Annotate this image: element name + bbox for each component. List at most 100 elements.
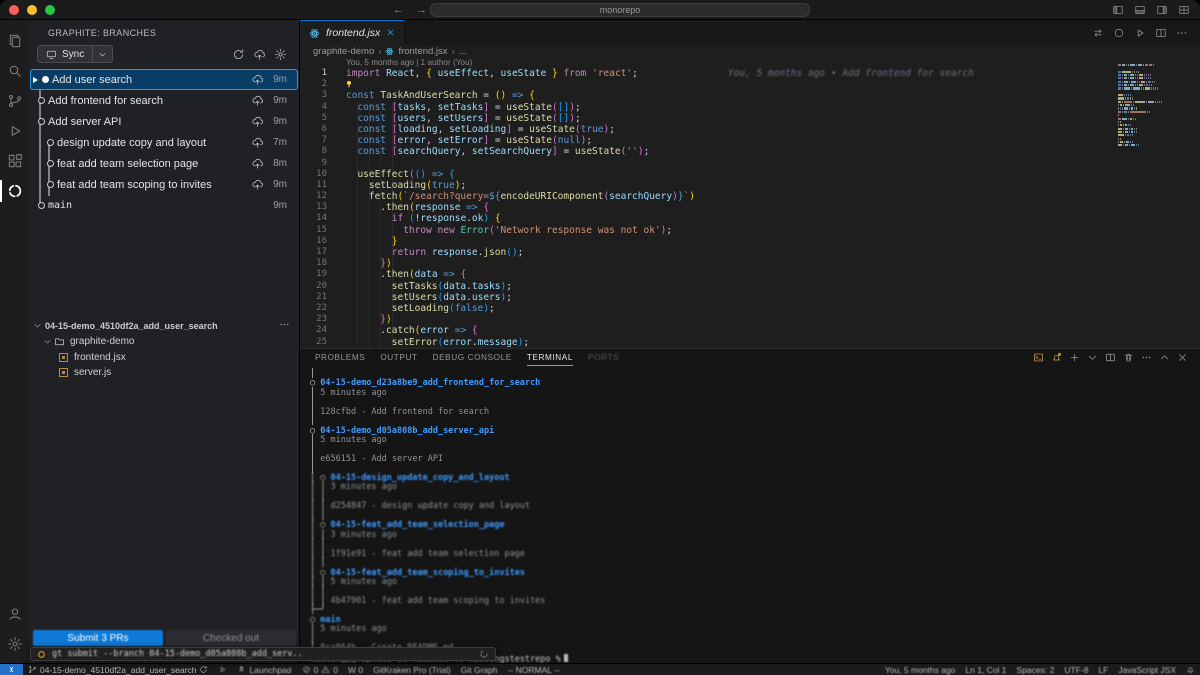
panel-tab-output[interactable]: OUTPUT bbox=[380, 349, 417, 366]
remote-icon bbox=[7, 665, 16, 674]
codelens-annotation[interactable]: You, 5 months ago | 1 author (You) bbox=[346, 58, 1200, 68]
refresh-icon[interactable] bbox=[232, 48, 245, 61]
layout-panel-left-icon[interactable] bbox=[1112, 4, 1124, 16]
status-item-git-graph[interactable]: Git Graph bbox=[456, 664, 503, 675]
cloud-upload-icon[interactable] bbox=[253, 48, 266, 61]
breadcrumb-file[interactable]: frontend.jsx bbox=[398, 46, 447, 57]
file-tree-item-graphite-demo[interactable]: graphite-demo bbox=[29, 334, 299, 350]
more-icon[interactable] bbox=[1141, 352, 1152, 363]
tab-frontend-jsx[interactable]: frontend.jsx bbox=[300, 20, 405, 45]
window-controls bbox=[9, 5, 55, 15]
history-forward-icon[interactable]: → bbox=[416, 4, 427, 16]
cloud-upload-icon[interactable] bbox=[250, 136, 265, 149]
status-item-eol[interactable]: LF bbox=[1093, 664, 1113, 675]
file-tree-item-server-js[interactable]: server.js bbox=[29, 365, 299, 381]
layout-controls bbox=[1112, 4, 1190, 16]
status-item-run-item[interactable] bbox=[213, 664, 232, 675]
activity-bar-item-run-and-debug[interactable] bbox=[0, 116, 29, 146]
cloud-upload-icon[interactable] bbox=[250, 73, 265, 86]
terminal-icon[interactable] bbox=[1033, 352, 1044, 363]
branch-row[interactable]: design update copy and layout7m bbox=[30, 132, 298, 153]
trash-icon[interactable] bbox=[1123, 352, 1134, 363]
panel-tab-debug-console[interactable]: DEBUG CONSOLE bbox=[433, 349, 512, 366]
breadcrumb-tail[interactable]: ... bbox=[459, 46, 467, 57]
status-bar-left: 04-15-demo_4510df2a_add_user_search Launc… bbox=[0, 664, 565, 675]
split-editor-icon[interactable] bbox=[1155, 27, 1167, 39]
status-item-notifications[interactable] bbox=[1181, 664, 1200, 675]
branch-row[interactable]: feat add team scoping to invites9m bbox=[30, 174, 298, 195]
play-icon[interactable] bbox=[1134, 27, 1146, 39]
activity-bar-item-settings[interactable] bbox=[0, 629, 29, 659]
activity-bar-item-graphite[interactable] bbox=[0, 176, 29, 206]
status-item-language-mode[interactable]: JavaScript JSX bbox=[1113, 664, 1181, 675]
branch-row[interactable]: feat add team selection page8m bbox=[30, 153, 298, 174]
status-item-watch-item[interactable]: W 0 bbox=[343, 664, 368, 675]
circle-outline-icon[interactable] bbox=[1113, 27, 1125, 39]
status-item-cursor-position[interactable]: Ln 1, Col 1 bbox=[960, 664, 1011, 675]
panel-tab-terminal[interactable]: TERMINAL bbox=[527, 349, 573, 366]
breadcrumb-folder[interactable]: graphite-demo bbox=[313, 46, 374, 57]
checked-out-button[interactable]: Checked out bbox=[166, 630, 296, 646]
panel-tab-problems[interactable]: PROBLEMS bbox=[315, 349, 365, 366]
gt-submit-toast[interactable]: gt submit --branch 04-15-demo_d05a808b_a… bbox=[30, 647, 496, 661]
sync-dropdown-button[interactable] bbox=[92, 46, 112, 62]
terminal-output[interactable]: │○ 04-15-demo_d23a8be9_add_frontend_for_… bbox=[300, 366, 1200, 663]
chevron-down-icon[interactable] bbox=[1087, 352, 1098, 363]
status-item-launchpad[interactable]: Launchpad bbox=[232, 664, 296, 675]
plus-icon[interactable] bbox=[1069, 352, 1080, 363]
close-icon[interactable] bbox=[1177, 352, 1188, 363]
status-item-remote-indicator[interactable] bbox=[0, 664, 23, 675]
code-line: 3const TaskAndUserSearch = () => { bbox=[300, 90, 1200, 101]
cloud-upload-icon[interactable] bbox=[250, 94, 265, 107]
lightbulb-icon[interactable] bbox=[344, 79, 354, 89]
cloud-upload-icon[interactable] bbox=[250, 157, 265, 170]
branch-row[interactable]: Add user search9m bbox=[30, 69, 298, 90]
commit-section-title: 04-15-demo_4510df2a_add_user_search bbox=[45, 321, 279, 331]
minimize-window-button[interactable] bbox=[27, 5, 37, 15]
more-icon[interactable] bbox=[1176, 27, 1188, 39]
layout-panel-bottom-icon[interactable] bbox=[1134, 4, 1146, 16]
minimap[interactable] bbox=[1118, 64, 1172, 148]
close-window-button[interactable] bbox=[9, 5, 19, 15]
activity-bar-item-search[interactable] bbox=[0, 56, 29, 86]
split-editor-icon[interactable] bbox=[1105, 352, 1116, 363]
status-item-vim-mode[interactable]: -- NORMAL -- bbox=[503, 664, 565, 675]
more-actions-icon[interactable] bbox=[279, 319, 299, 332]
layout-panel-right-icon[interactable] bbox=[1156, 4, 1168, 16]
activity-bar-item-accounts[interactable] bbox=[0, 599, 29, 629]
branch-row[interactable]: main9m bbox=[30, 195, 298, 216]
code-line: 10 useEffect(() => { bbox=[300, 169, 1200, 180]
status-item-diagnostics[interactable]: 00 bbox=[297, 664, 343, 675]
zoom-window-button[interactable] bbox=[45, 5, 55, 15]
line-number: 15 bbox=[300, 225, 336, 236]
command-center-search[interactable]: monorepo bbox=[430, 3, 810, 17]
code-editor[interactable]: You, 5 months ago | 1 author (You) 1impo… bbox=[300, 58, 1200, 348]
history-back-icon[interactable]: ← bbox=[393, 4, 404, 16]
status-item-gitkraken[interactable]: GitKraken Pro (Trial) bbox=[368, 664, 456, 675]
cloud-upload-icon[interactable] bbox=[250, 178, 265, 191]
bell-dot-icon[interactable] bbox=[1051, 352, 1062, 363]
sync-split-button[interactable]: Sync bbox=[37, 45, 113, 63]
branch-row[interactable]: Add frontend for search9m bbox=[30, 90, 298, 111]
file-tree-item-frontend-jsx[interactable]: frontend.jsx bbox=[29, 350, 299, 366]
close-tab-icon[interactable] bbox=[386, 24, 395, 42]
gear-icon[interactable] bbox=[274, 48, 287, 61]
js-file-icon bbox=[59, 353, 68, 362]
submit-prs-button[interactable]: Submit 3 PRs bbox=[33, 630, 163, 646]
status-item-encoding[interactable]: UTF-8 bbox=[1059, 664, 1093, 675]
panel-tab-ports[interactable]: PORTS bbox=[588, 349, 619, 366]
activity-bar-item-source-control[interactable] bbox=[0, 86, 29, 116]
activity-bar-item-explorer[interactable] bbox=[0, 26, 29, 56]
chevron-up-icon[interactable] bbox=[1159, 352, 1170, 363]
branch-row[interactable]: Add server API9m bbox=[30, 111, 298, 132]
status-item-indentation[interactable]: Spaces: 2 bbox=[1012, 664, 1060, 675]
status-item-git-branch[interactable]: 04-15-demo_4510df2a_add_user_search bbox=[23, 664, 213, 675]
breadcrumb[interactable]: graphite-demo › frontend.jsx › ... bbox=[300, 45, 1200, 58]
line-number: 22 bbox=[300, 303, 336, 314]
cloud-upload-icon[interactable] bbox=[250, 115, 265, 128]
activity-bar-item-extensions[interactable] bbox=[0, 146, 29, 176]
commit-section-header[interactable]: 04-15-demo_4510df2a_add_user_search bbox=[29, 317, 299, 334]
layout-customize-icon[interactable] bbox=[1178, 4, 1190, 16]
open-changes-icon[interactable] bbox=[1092, 27, 1104, 39]
status-item-blame-item[interactable]: You, 5 months ago bbox=[880, 664, 961, 675]
